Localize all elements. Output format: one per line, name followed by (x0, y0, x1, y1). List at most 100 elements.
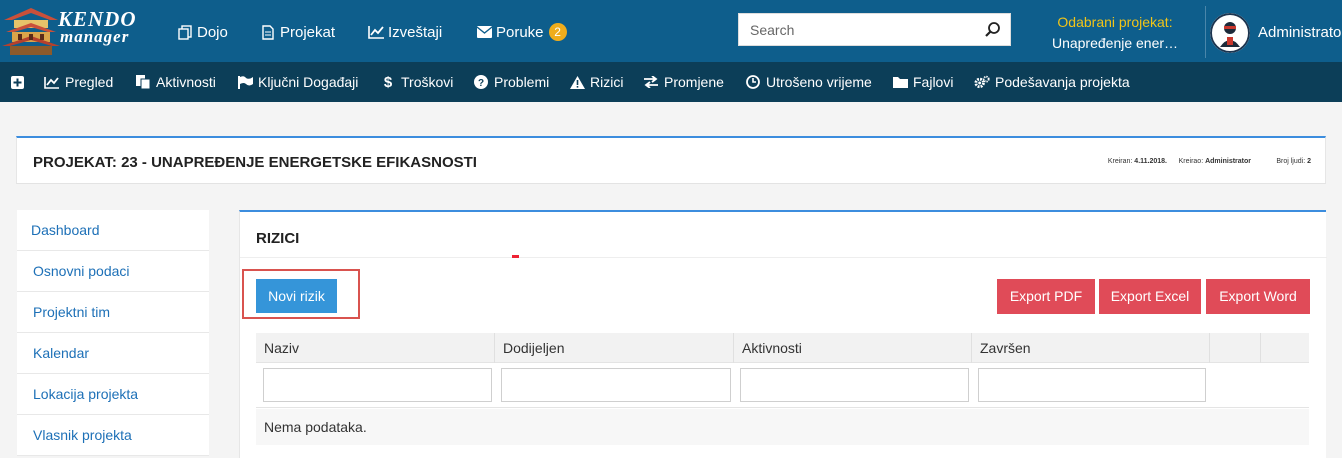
export-excel-button[interactable]: Export Excel (1099, 279, 1201, 314)
tasks-icon (135, 75, 151, 89)
sidebar-item-kalendar[interactable]: Kalendar (17, 333, 209, 374)
project-header: PROJEKAT: 23 - UNAPREĐENJE ENERGETSKE EF… (16, 136, 1326, 184)
subnav-kljucni-dogadjaji-label: Ključni Događaji (258, 74, 359, 90)
filter-aktivnosti-input[interactable] (740, 368, 969, 402)
grid-filter-row (256, 364, 1309, 408)
envelope-icon (475, 24, 493, 40)
user-avatar[interactable] (1210, 13, 1250, 53)
subnav-aktivnosti[interactable]: Aktivnosti (135, 73, 216, 91)
dollar-icon: $ (383, 73, 393, 91)
subnav-promjene-label: Promjene (664, 74, 724, 90)
selected-project-label: Odabrani projekat: (1057, 14, 1173, 30)
subnav-podesavanja-projekta[interactable]: Podešavanja projekta (974, 73, 1130, 91)
messages-count-badge: 2 (548, 23, 567, 41)
topnav-izvestaji[interactable]: Izveštaji (367, 22, 442, 42)
creator-label: Kreirao: (1178, 158, 1204, 165)
clock-icon (745, 75, 761, 89)
risks-panel: RIZICI Novi rizik Export PDF Export Exce… (239, 210, 1327, 458)
subnav-fajlovi[interactable]: Fajlovi (892, 73, 953, 91)
svg-text:?: ? (478, 78, 484, 89)
subnav-rizici-label: Rizici (590, 74, 624, 90)
created-value: 4.11.2018. (1134, 158, 1167, 165)
created-label: Kreiran: (1107, 158, 1133, 165)
subnav-promjene[interactable]: Promjene (643, 73, 724, 91)
divider (1205, 6, 1206, 58)
flag-icon (237, 75, 253, 89)
people-value: 2 (1307, 158, 1311, 165)
subnav-aktivnosti-label: Aktivnosti (156, 74, 216, 90)
column-header-actions-1 (1209, 333, 1260, 363)
red-marker (512, 255, 519, 258)
subnav-podesavanja-projekta-label: Podešavanja projekta (995, 74, 1130, 90)
project-title: PROJEKAT: 23 - UNAPREĐENJE ENERGETSKE EF… (33, 154, 477, 171)
question-circle-icon: ? (473, 75, 489, 89)
topnav-dojo-label: Dojo (197, 23, 228, 41)
kendo-manager-logo[interactable]: KENDO manager (0, 6, 152, 56)
creator-value: Administrator (1205, 158, 1251, 165)
search-input[interactable] (739, 14, 979, 45)
column-header-zavrsen[interactable]: Završen (971, 333, 1209, 363)
export-word-button[interactable]: Export Word (1206, 279, 1310, 314)
project-people: Broj ljudi: 2 (1276, 158, 1311, 165)
gears-icon (974, 75, 990, 89)
selected-project[interactable]: Odabrani projekat: Unapređenje ener… (1040, 13, 1190, 53)
warning-icon (569, 75, 585, 89)
line-chart-icon (367, 24, 385, 40)
export-pdf-button[interactable]: Export PDF (997, 279, 1095, 314)
subnav-pregled-label: Pregled (65, 74, 114, 90)
line-chart-icon (44, 75, 60, 89)
top-navbar: KENDO manager Dojo Projekat Izveštaji Po… (0, 0, 1342, 62)
sidebar-item-osnovni-podaci[interactable]: Osnovni podaci (17, 251, 209, 292)
people-label: Broj ljudi: (1276, 158, 1306, 165)
filter-naziv-input[interactable] (263, 368, 492, 402)
search-icon[interactable] (984, 21, 1002, 39)
subnav-utroseno-vrijeme[interactable]: Utrošeno vrijeme (745, 73, 872, 91)
topnav-dojo[interactable]: Dojo (176, 22, 228, 42)
logo-line-1: KENDO (58, 7, 137, 31)
sidebar-item-lokacija-projekta[interactable]: Lokacija projekta (17, 374, 209, 415)
grid-empty-message: Nema podataka. (256, 409, 1309, 445)
plus-square-icon (9, 75, 25, 89)
subnav-problemi-label: Problemi (494, 74, 550, 90)
filter-zavrsen-input[interactable] (978, 368, 1206, 402)
divider (240, 257, 1327, 258)
column-header-dodijeljen[interactable]: Dodijeljen (494, 333, 733, 363)
project-sidebar: Dashboard Osnovni podaci Projektni tim K… (17, 210, 209, 456)
subnav-problemi[interactable]: ? Problemi (473, 73, 549, 91)
logo-text: KENDO manager (58, 7, 137, 46)
pagoda-logo-icon (2, 8, 60, 55)
subnav-add[interactable] (9, 73, 30, 91)
subnav-troskovi-label: Troškovi (401, 74, 454, 90)
sidebar-item-dashboard[interactable]: Dashboard (17, 210, 209, 251)
topnav-poruke[interactable]: Poruke 2 (475, 22, 567, 42)
subnav-pregled[interactable]: Pregled (44, 73, 113, 91)
column-header-actions-2 (1260, 333, 1309, 363)
topnav-poruke-label: Poruke (496, 23, 544, 41)
sidebar-item-projektni-tim[interactable]: Projektni tim (17, 292, 209, 333)
sidebar-item-vlasnik-projekta[interactable]: Vlasnik projekta (17, 415, 209, 456)
project-creator: Kreirao: Administrator (1179, 158, 1251, 165)
user-name[interactable]: Administrator (1258, 24, 1342, 41)
exchange-icon (643, 75, 659, 89)
topnav-projekat[interactable]: Projekat (259, 22, 335, 42)
panel-title: RIZICI (256, 230, 300, 247)
selected-project-value: Unapređenje ener… (1051, 35, 1179, 51)
column-header-naziv[interactable]: Naziv (256, 333, 494, 363)
search-box (738, 13, 1011, 46)
column-header-aktivnosti[interactable]: Aktivnosti (733, 333, 971, 363)
document-icon (259, 24, 277, 40)
topnav-projekat-label: Projekat (280, 23, 336, 41)
subnav-fajlovi-label: Fajlovi (913, 74, 954, 90)
logo-line-2: manager (60, 27, 130, 46)
subnav-troskovi[interactable]: $ Troškovi (380, 73, 454, 91)
topnav-izvestaji-label: Izveštaji (388, 23, 443, 41)
grid-header: Naziv Dodijeljen Aktivnosti Završen (256, 333, 1309, 363)
project-created: Kreiran: 4.11.2018. (1108, 158, 1167, 165)
filter-dodijeljen-input[interactable] (501, 368, 731, 402)
subnav-kljucni-dogadjaji[interactable]: Ključni Događaji (237, 73, 358, 91)
folder-icon (892, 75, 908, 89)
subnav-utroseno-vrijeme-label: Utrošeno vrijeme (766, 74, 872, 90)
copy-icon (176, 24, 194, 40)
subnav-rizici[interactable]: Rizici (569, 73, 623, 91)
new-risk-button[interactable]: Novi rizik (256, 279, 337, 313)
